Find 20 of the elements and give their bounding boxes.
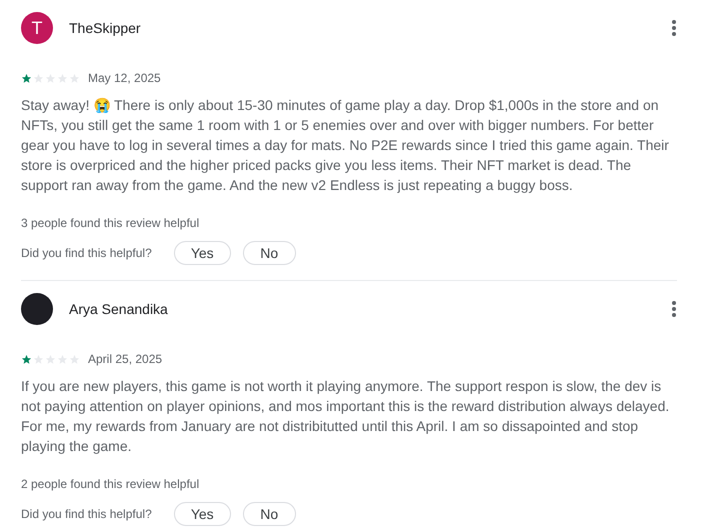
- helpful-question: Did you find this helpful?: [21, 507, 152, 521]
- user-avatar: T: [21, 12, 53, 44]
- helpful-vote-button[interactable]: No: [242, 502, 296, 526]
- star-icon: [21, 354, 32, 364]
- review-date: May 12, 2025: [88, 71, 161, 85]
- review-text: If you are new players, this game is not worth it playing anymore. The support respon is slow, the dev is not paying attention on player opinions, and mos important this is the reward distribution always delayed. For me, my rewards from January are not distribitutted until this April. I am so dissapointed and stop playing the game.: [21, 377, 670, 456]
- helpful-question: Did you find this helpful?: [21, 246, 152, 260]
- review-date: April 25, 2025: [88, 352, 162, 366]
- helpful-vote-button[interactable]: Yes: [174, 241, 231, 265]
- author-name: TheSkipper: [69, 20, 141, 36]
- helpful-vote-button[interactable]: No: [242, 241, 296, 265]
- helpful-vote-button[interactable]: Yes: [174, 502, 231, 526]
- helpful-count: 3 people found this review helpful: [21, 216, 200, 230]
- author-name: Arya Senandika: [69, 301, 168, 317]
- review-text: Stay away! 😭 There is only about 15-30 minutes of game play a day. Drop $1,000s in the store and on NFTs, you still get the same 1 room with 1 or 5 enemies over and over with bigger numbers. For better gear you have to log in several times a day for mats. No P2E rewards since I tried this game again. Their store is overpriced and the higher priced packs give you less items. Their NFT market is dead. The support ran away from the game. And the new v2 Endless is just repeating a buggy boss.: [21, 96, 670, 195]
- helpful-count: 2 people found this review helpful: [21, 477, 200, 491]
- star-icon: [21, 72, 32, 84]
- more-options-icon[interactable]: [672, 20, 676, 36]
- avatar-photo-placeholder: [21, 293, 53, 325]
- more-options-icon[interactable]: [672, 301, 676, 317]
